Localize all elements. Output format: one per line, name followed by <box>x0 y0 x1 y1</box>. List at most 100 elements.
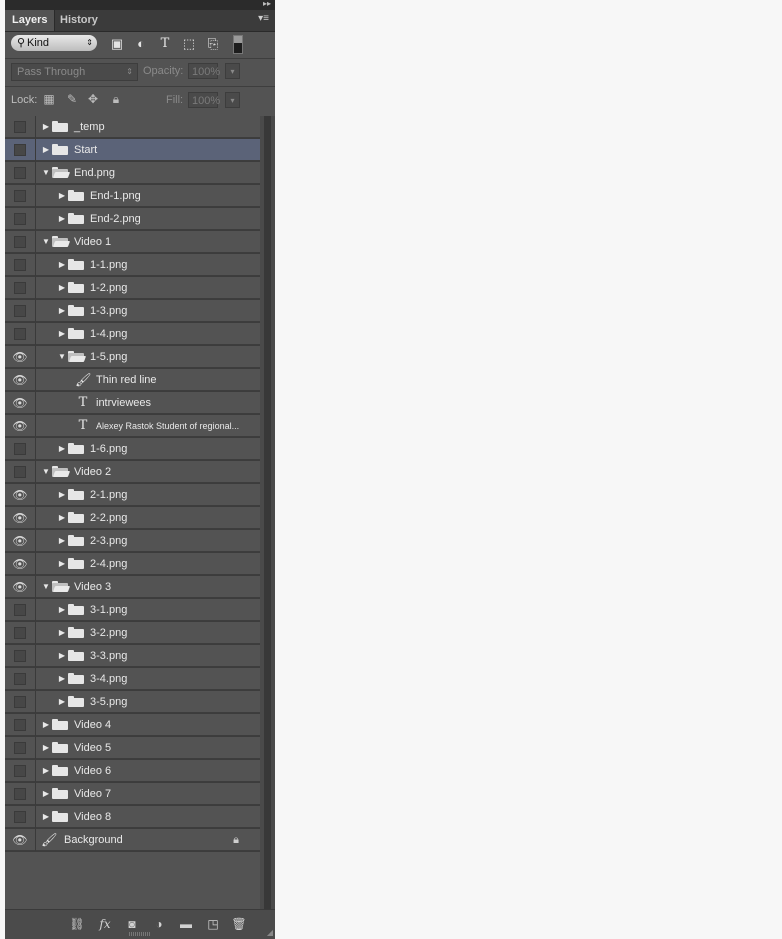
layer-row[interactable]: ▶ 3-4.png <box>5 668 260 690</box>
new-layer-icon[interactable]: ◳ <box>203 914 223 934</box>
layer-row[interactable]: 👁︎ 🖌︎ Background 🔒︎ <box>5 829 260 851</box>
layer-row[interactable]: ▶ Video 5 <box>5 737 260 759</box>
adjustment-layer-filter-icon[interactable]: ◐ <box>133 36 149 52</box>
disclosure-open-icon[interactable]: ▼ <box>41 231 51 253</box>
lock-all-icon[interactable]: 🔒︎ <box>109 92 123 106</box>
layer-row[interactable]: ▶ Video 8 <box>5 806 260 828</box>
disclosure-open-icon[interactable]: ▼ <box>41 461 51 483</box>
layer-row[interactable]: ▶ _temp <box>5 116 260 138</box>
layer-row[interactable]: ▼ End.png <box>5 162 260 184</box>
disclosure-closed-icon[interactable]: ▶ <box>57 668 67 690</box>
disclosure-closed-icon[interactable]: ▶ <box>41 737 51 759</box>
trash-icon[interactable]: 🗑︎ <box>229 914 249 934</box>
visibility-toggle[interactable]: 👁︎ <box>5 553 36 575</box>
disclosure-closed-icon[interactable]: ▶ <box>57 645 67 667</box>
visibility-toggle[interactable] <box>5 231 36 253</box>
layer-row[interactable]: ▶ 1-6.png <box>5 438 260 460</box>
disclosure-closed-icon[interactable]: ▶ <box>57 438 67 460</box>
disclosure-closed-icon[interactable]: ▶ <box>57 691 67 713</box>
visibility-toggle[interactable]: 👁︎ <box>5 392 36 414</box>
layer-row[interactable]: 👁︎ ▼ 1-5.png <box>5 346 260 368</box>
visibility-toggle[interactable] <box>5 116 36 138</box>
layer-row[interactable]: 👁︎ T Alexey Rastok Student of regional... <box>5 415 260 437</box>
visibility-toggle[interactable] <box>5 461 36 483</box>
disclosure-closed-icon[interactable]: ▶ <box>57 507 67 529</box>
resize-grip[interactable] <box>129 932 151 936</box>
disclosure-closed-icon[interactable]: ▶ <box>57 530 67 552</box>
visibility-toggle[interactable] <box>5 323 36 345</box>
disclosure-closed-icon[interactable]: ▶ <box>57 185 67 207</box>
layer-row[interactable]: ▶ 1-3.png <box>5 300 260 322</box>
fill-dropdown-button[interactable]: ▾ <box>225 92 240 108</box>
visibility-toggle[interactable] <box>5 438 36 460</box>
layer-row[interactable]: 👁︎ ▶ 2-1.png <box>5 484 260 506</box>
opacity-dropdown-button[interactable]: ▾ <box>225 63 240 79</box>
filter-toggle-switch[interactable] <box>233 35 243 54</box>
layer-row[interactable]: ▶ End-1.png <box>5 185 260 207</box>
layer-row[interactable]: ▼ Video 2 <box>5 461 260 483</box>
visibility-toggle[interactable] <box>5 783 36 805</box>
disclosure-closed-icon[interactable]: ▶ <box>57 300 67 322</box>
visibility-toggle[interactable] <box>5 254 36 276</box>
fill-input[interactable]: 100% <box>188 92 220 108</box>
layer-row[interactable]: ▶ 3-1.png <box>5 599 260 621</box>
disclosure-open-icon[interactable]: ▼ <box>57 346 67 368</box>
layer-row[interactable]: ▶ Video 7 <box>5 783 260 805</box>
blend-mode-select[interactable]: Pass Through ⇕ <box>11 63 138 81</box>
adjustment-layer-icon[interactable]: ◑ <box>149 914 169 934</box>
disclosure-closed-icon[interactable]: ▶ <box>57 277 67 299</box>
disclosure-closed-icon[interactable]: ▶ <box>57 323 67 345</box>
disclosure-closed-icon[interactable]: ▶ <box>57 208 67 230</box>
visibility-toggle[interactable] <box>5 691 36 713</box>
visibility-toggle[interactable] <box>5 806 36 828</box>
visibility-toggle[interactable] <box>5 162 36 184</box>
disclosure-closed-icon[interactable]: ▶ <box>41 116 51 138</box>
disclosure-closed-icon[interactable]: ▶ <box>57 553 67 575</box>
layer-row[interactable]: 👁︎ ▶ 2-4.png <box>5 553 260 575</box>
link-layers-icon[interactable]: ⛓ <box>67 914 87 934</box>
visibility-toggle[interactable] <box>5 760 36 782</box>
visibility-toggle[interactable] <box>5 139 36 161</box>
visibility-toggle[interactable] <box>5 599 36 621</box>
layer-row[interactable]: ▶ 3-2.png <box>5 622 260 644</box>
opacity-input[interactable]: 100% <box>188 63 220 79</box>
visibility-toggle[interactable] <box>5 208 36 230</box>
disclosure-closed-icon[interactable]: ▶ <box>57 622 67 644</box>
layer-row[interactable]: ▶ 1-4.png <box>5 323 260 345</box>
visibility-toggle[interactable] <box>5 185 36 207</box>
pixel-layer-filter-icon[interactable]: ▣ <box>109 36 125 52</box>
visibility-toggle[interactable]: 👁︎ <box>5 369 36 391</box>
layer-row[interactable]: 👁︎ Tintrviewees <box>5 392 260 414</box>
disclosure-closed-icon[interactable]: ▶ <box>41 714 51 736</box>
fx-icon[interactable]: fx <box>95 914 115 934</box>
visibility-toggle[interactable] <box>5 277 36 299</box>
visibility-toggle[interactable]: 👁︎ <box>5 507 36 529</box>
layer-row[interactable]: ▶ End-2.png <box>5 208 260 230</box>
layer-row[interactable]: ▶ 1-1.png <box>5 254 260 276</box>
kind-filter-select[interactable]: ⚲ Kind ⇕ <box>11 35 97 51</box>
double-chevron-right-icon[interactable]: ▸▸ <box>263 0 271 9</box>
visibility-toggle[interactable] <box>5 668 36 690</box>
smart-object-filter-icon[interactable]: ⎘ <box>205 36 221 52</box>
layer-row[interactable]: ▶ Video 6 <box>5 760 260 782</box>
disclosure-closed-icon[interactable]: ▶ <box>57 254 67 276</box>
corner-resize-icon[interactable]: ◢ <box>267 928 273 937</box>
layer-row[interactable]: ▶ 3-3.png <box>5 645 260 667</box>
layer-row[interactable]: 👁︎ ▶ 2-2.png <box>5 507 260 529</box>
layer-row[interactable]: ▶ Start <box>5 139 260 161</box>
layer-row[interactable]: 👁︎ ▼ Video 3 <box>5 576 260 598</box>
visibility-toggle[interactable] <box>5 622 36 644</box>
disclosure-closed-icon[interactable]: ▶ <box>41 783 51 805</box>
type-layer-filter-icon[interactable]: T <box>157 36 173 52</box>
shape-layer-filter-icon[interactable]: ⬚ <box>181 36 197 52</box>
layer-mask-icon[interactable]: ◙ <box>122 914 142 934</box>
visibility-toggle[interactable] <box>5 714 36 736</box>
disclosure-closed-icon[interactable]: ▶ <box>41 760 51 782</box>
lock-position-icon[interactable]: ✥ <box>86 92 100 106</box>
visibility-toggle[interactable]: 👁︎ <box>5 829 36 851</box>
visibility-toggle[interactable]: 👁︎ <box>5 415 36 437</box>
tab-layers[interactable]: Layers <box>5 10 56 31</box>
visibility-toggle[interactable]: 👁︎ <box>5 346 36 368</box>
disclosure-open-icon[interactable]: ▼ <box>41 576 51 598</box>
layer-row[interactable]: 👁︎ ▶ 2-3.png <box>5 530 260 552</box>
